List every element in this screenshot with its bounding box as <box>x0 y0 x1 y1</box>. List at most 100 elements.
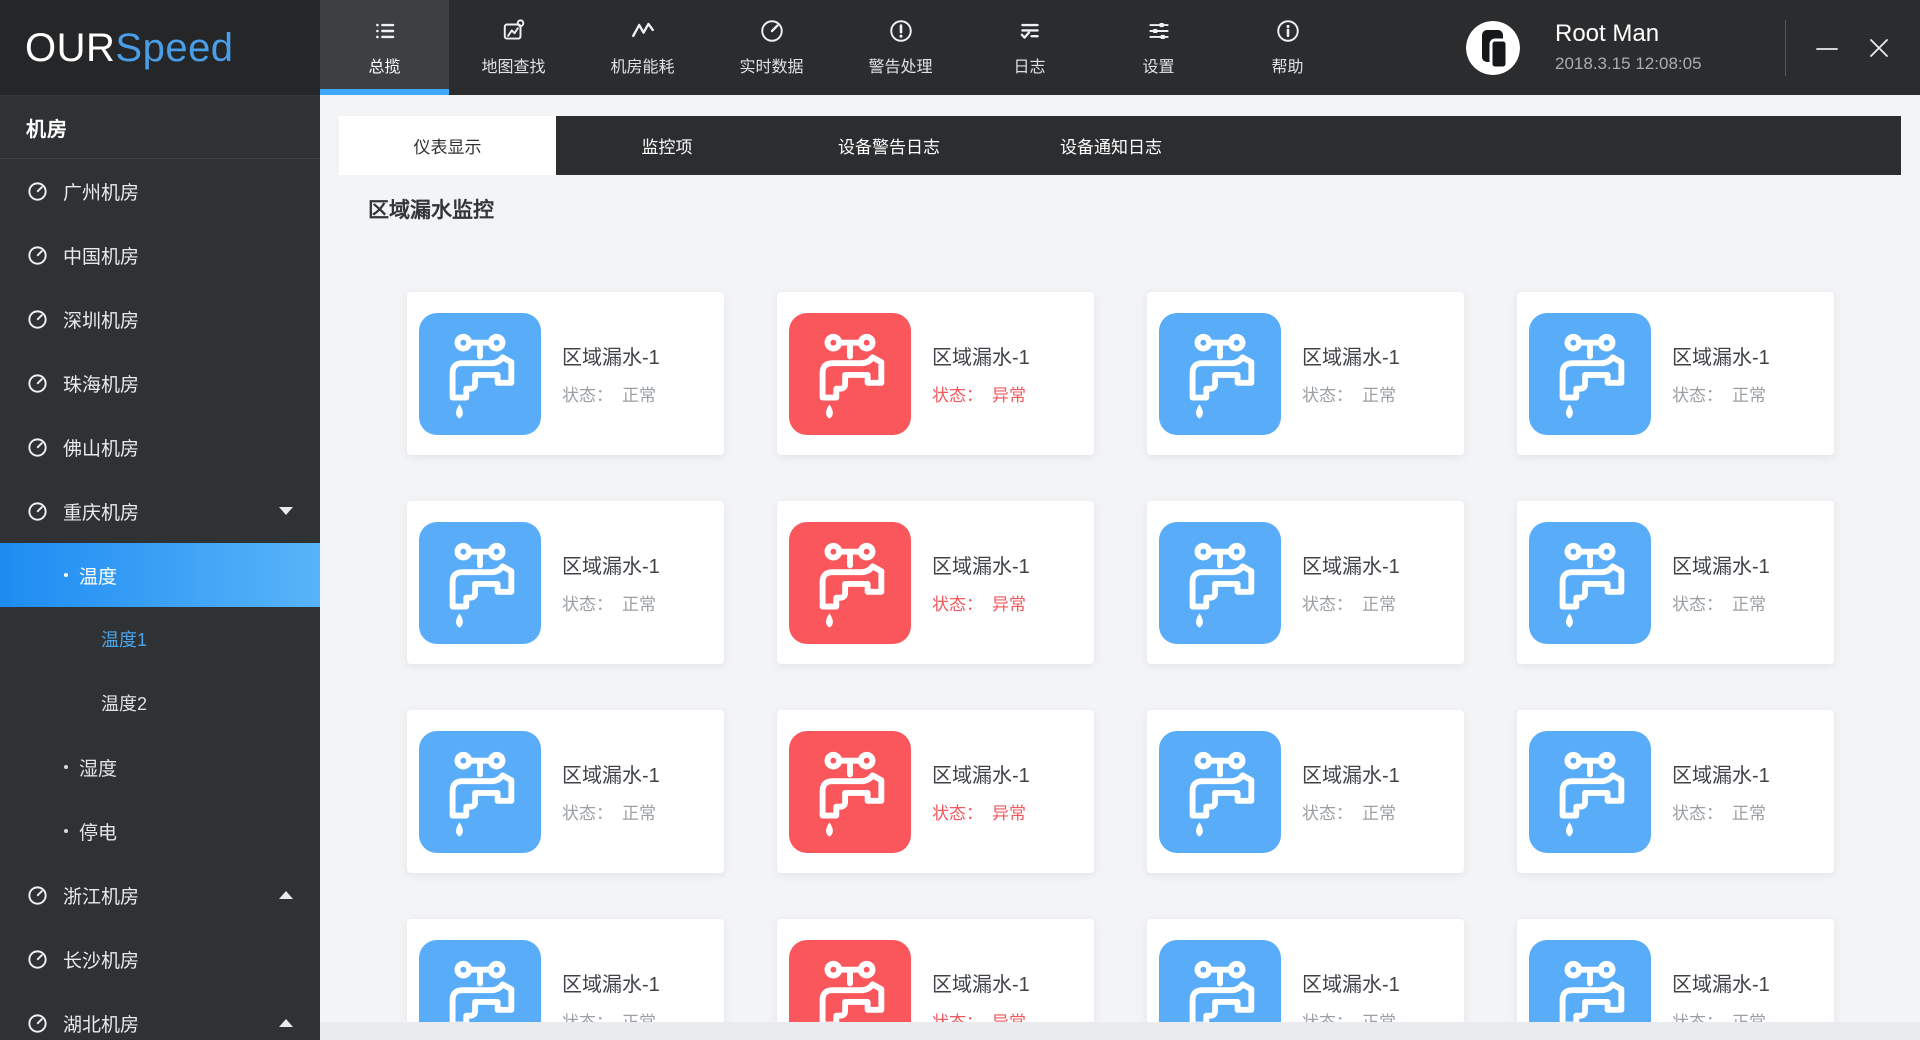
device-title: 区域漏水-1 <box>932 765 1030 787</box>
device-card[interactable]: 区域漏水-1 状态： 正常 <box>407 710 724 873</box>
device-card[interactable]: 区域漏水-1 状态： 正常 <box>1147 292 1464 455</box>
device-title: 区域漏水-1 <box>562 556 660 578</box>
nav-item-label: 机房能耗 <box>610 59 675 76</box>
chevron-up-icon <box>279 1019 293 1027</box>
nav-item-map-search[interactable]: 地图查找 <box>449 0 578 95</box>
device-card[interactable]: 区域漏水-1 状态： 正常 <box>407 501 724 664</box>
header-divider <box>1785 19 1786 76</box>
device-status: 状态： 正常 <box>1672 381 1770 406</box>
nav-item-logs[interactable]: 日志 <box>965 0 1094 95</box>
sidebar-subsubitem[interactable]: 温度2 <box>0 671 320 735</box>
sidebar-item-room[interactable]: 广州机房 <box>0 159 320 223</box>
status-value: 正常 <box>1362 595 1396 614</box>
nav-item-label: 日志 <box>1013 59 1046 76</box>
top-nav: 总揽 地图查找 机房能耗 实时数据 警告处理 日志 设置 帮助 <box>320 0 1352 95</box>
sidebar-item-label: 湖北机房 <box>63 1014 140 1036</box>
nav-item-energy[interactable]: 机房能耗 <box>578 0 707 95</box>
device-card[interactable]: 区域漏水-1 状态： 正常 <box>407 292 724 455</box>
sidebar-item-label: 佛山机房 <box>63 438 140 460</box>
faucet-icon <box>419 312 541 435</box>
minimize-button[interactable] <box>1810 31 1844 65</box>
sidebar-subitem[interactable]: 湿度 <box>0 735 320 799</box>
device-card[interactable]: 区域漏水-1 状态： 正常 <box>1147 501 1464 664</box>
user-avatar[interactable] <box>1466 20 1520 75</box>
sidebar-subitem[interactable]: 停电 <box>0 799 320 863</box>
sidebar-item-label: 浙江机房 <box>63 886 140 908</box>
status-label: 状态： <box>562 595 613 614</box>
status-value: 正常 <box>1732 386 1766 405</box>
device-status: 状态： 正常 <box>562 799 660 824</box>
status-value: 正常 <box>622 386 656 405</box>
device-card[interactable]: 区域漏水-1 状态： 异常 <box>777 501 1094 664</box>
sidebar-item-room[interactable]: 深圳机房 <box>0 287 320 351</box>
device-card[interactable]: 区域漏水-1 状态： 正常 <box>1517 501 1834 664</box>
nav-item-alerts[interactable]: 警告处理 <box>836 0 965 95</box>
status-value: 正常 <box>622 595 656 614</box>
status-label: 状态： <box>562 386 613 405</box>
sidebar-item-label: 停电 <box>79 822 118 844</box>
gauge-icon <box>26 436 49 459</box>
device-status: 状态： 异常 <box>932 381 1030 406</box>
header-user-area: Root Man 2018.3.15 12:08:05 <box>1466 0 1920 95</box>
device-title: 区域漏水-1 <box>562 974 660 996</box>
avatar-logo-icon <box>1466 20 1520 75</box>
status-value: 正常 <box>1362 386 1396 405</box>
sidebar-item-label: 中国机房 <box>63 246 140 268</box>
sliders-icon <box>1148 22 1169 40</box>
faucet-icon <box>1159 312 1281 435</box>
device-title: 区域漏水-1 <box>1672 974 1770 996</box>
status-value: 异常 <box>992 386 1026 405</box>
faucet-icon <box>789 312 911 435</box>
tab-device-alert-log[interactable]: 设备警告日志 <box>778 116 1000 175</box>
sidebar-item-room[interactable]: 长沙机房 <box>0 927 320 991</box>
sidebar-subsubitem[interactable]: 温度1 <box>0 607 320 671</box>
pulse-icon <box>631 22 654 38</box>
faucet-icon <box>1159 521 1281 644</box>
faucet-icon <box>419 521 541 644</box>
device-card[interactable]: 区域漏水-1 状态： 异常 <box>777 710 1094 873</box>
sidebar-item-room[interactable]: 浙江机房 <box>0 863 320 927</box>
sidebar-item-room[interactable]: 中国机房 <box>0 223 320 287</box>
device-title: 区域漏水-1 <box>562 347 660 369</box>
tab-device-notice-log[interactable]: 设备通知日志 <box>1000 116 1222 175</box>
gauge-icon <box>26 884 49 907</box>
faucet-icon <box>419 730 541 853</box>
close-button[interactable] <box>1862 31 1896 65</box>
sidebar-item-label: 广州机房 <box>63 182 140 204</box>
sidebar-item-label: 深圳机房 <box>63 310 140 332</box>
device-status: 状态： 正常 <box>1302 381 1400 406</box>
status-label: 状态： <box>1302 804 1353 823</box>
status-value: 异常 <box>992 804 1026 823</box>
status-label: 状态： <box>1302 386 1353 405</box>
device-status: 状态： 异常 <box>932 590 1030 615</box>
horizontal-scrollbar-track[interactable] <box>320 1022 1920 1040</box>
sidebar-item-room[interactable]: 佛山机房 <box>0 415 320 479</box>
sidebar-item-room[interactable]: 珠海机房 <box>0 351 320 415</box>
nav-item-settings[interactable]: 设置 <box>1094 0 1223 95</box>
bullet-icon <box>64 765 68 769</box>
gauge-icon <box>26 948 49 971</box>
app-logo: OURSpeed <box>0 0 320 95</box>
sidebar-item-label: 重庆机房 <box>63 502 140 524</box>
faucet-icon <box>1529 730 1651 853</box>
main-content: 仪表显示 监控项 设备警告日志 设备通知日志 区域漏水监控 区域漏水-1 状态：… <box>320 95 1920 1040</box>
nav-item-overview[interactable]: 总揽 <box>320 0 449 95</box>
device-card[interactable]: 区域漏水-1 状态： 正常 <box>1517 710 1834 873</box>
device-title: 区域漏水-1 <box>1302 765 1400 787</box>
device-title: 区域漏水-1 <box>1672 556 1770 578</box>
bullet-icon <box>64 829 68 833</box>
tab-dashboard[interactable]: 仪表显示 <box>339 116 556 175</box>
device-card[interactable]: 区域漏水-1 状态： 正常 <box>1147 710 1464 873</box>
sidebar-item-room[interactable]: 湖北机房 <box>0 991 320 1040</box>
device-card[interactable]: 区域漏水-1 状态： 正常 <box>1517 292 1834 455</box>
status-value: 正常 <box>1732 595 1766 614</box>
nav-item-help[interactable]: 帮助 <box>1223 0 1352 95</box>
device-card[interactable]: 区域漏水-1 状态： 异常 <box>777 292 1094 455</box>
nav-item-realtime[interactable]: 实时数据 <box>707 0 836 95</box>
gauge-icon <box>760 20 783 42</box>
device-title: 区域漏水-1 <box>1302 974 1400 996</box>
tab-monitor-items[interactable]: 监控项 <box>556 116 778 175</box>
list-icon <box>375 23 394 39</box>
sidebar-item-room-expanded[interactable]: 重庆机房 <box>0 479 320 543</box>
sidebar-subitem-active[interactable]: 温度 <box>0 543 320 607</box>
